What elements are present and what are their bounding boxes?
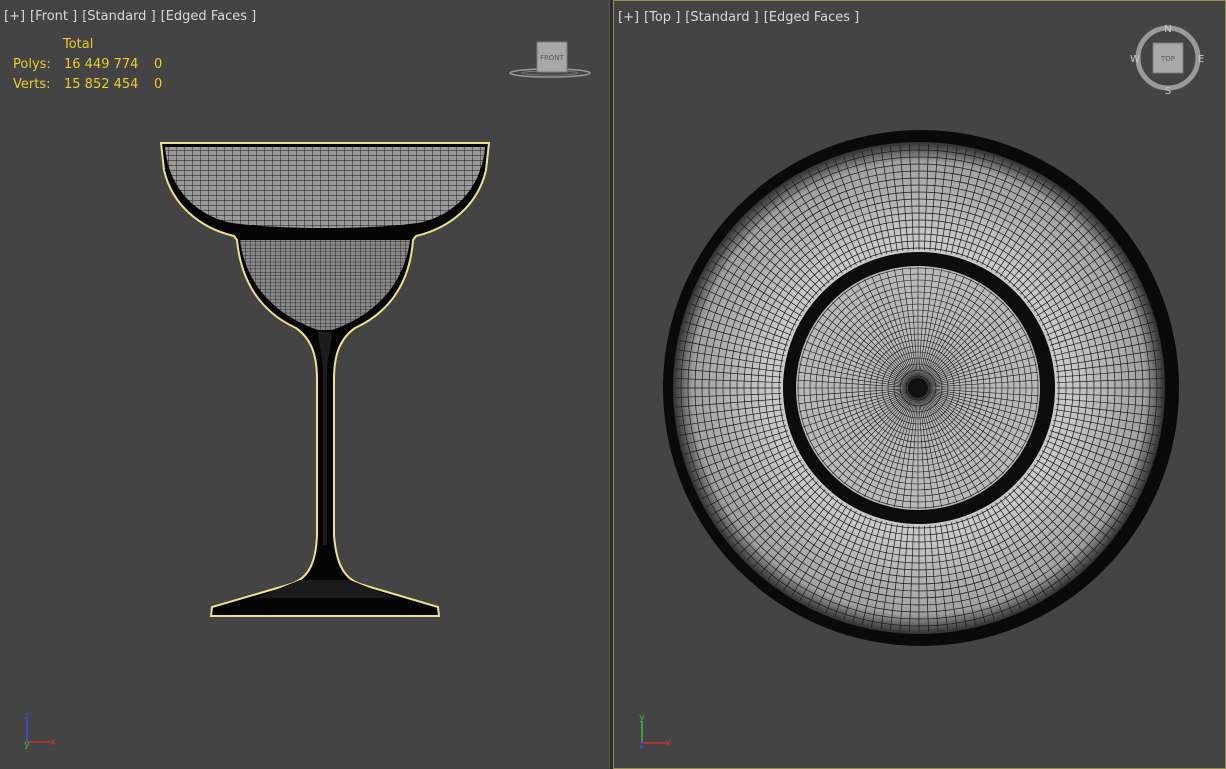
front-viewcube[interactable]: FRONT: [509, 41, 591, 78]
margarita-glass-top[interactable]: [663, 130, 1179, 646]
top-viewport[interactable]: [+] [Top ] [Standard ] [Edged Faces ] TOP N: [613, 0, 1226, 769]
front-axis-tripod: z x y: [24, 711, 56, 750]
stem-center: [908, 378, 928, 398]
axis-z-label: z: [24, 711, 29, 722]
top-viewcube-label: TOP: [1160, 55, 1175, 63]
top-viewcube[interactable]: TOP N S E W: [1130, 24, 1204, 97]
compass-n[interactable]: N: [1164, 24, 1171, 35]
bowl-wireframe: [240, 240, 410, 330]
margarita-glass-front[interactable]: [159, 142, 491, 617]
top-axis-y-label: y: [639, 712, 645, 723]
axis-x-label: x: [50, 737, 56, 748]
top-axis-z-label: z: [639, 740, 644, 751]
top-axis-x-label: x: [665, 738, 671, 749]
compass-s[interactable]: S: [1165, 86, 1171, 97]
front-scene: FRONT z x y: [24, 41, 591, 750]
top-axis-tripod: y x z: [639, 712, 671, 751]
compass-e[interactable]: E: [1198, 54, 1204, 65]
rim-wireframe: [165, 147, 485, 228]
front-viewport[interactable]: [+] [Front ] [Standard ] [Edged Faces ] Tot…: [0, 0, 610, 769]
front-viewcube-label: FRONT: [540, 54, 565, 62]
compass-w[interactable]: W: [1130, 54, 1140, 65]
top-scene: TOP N S E W y x z: [639, 24, 1204, 751]
axis-y-label: y: [24, 739, 30, 750]
